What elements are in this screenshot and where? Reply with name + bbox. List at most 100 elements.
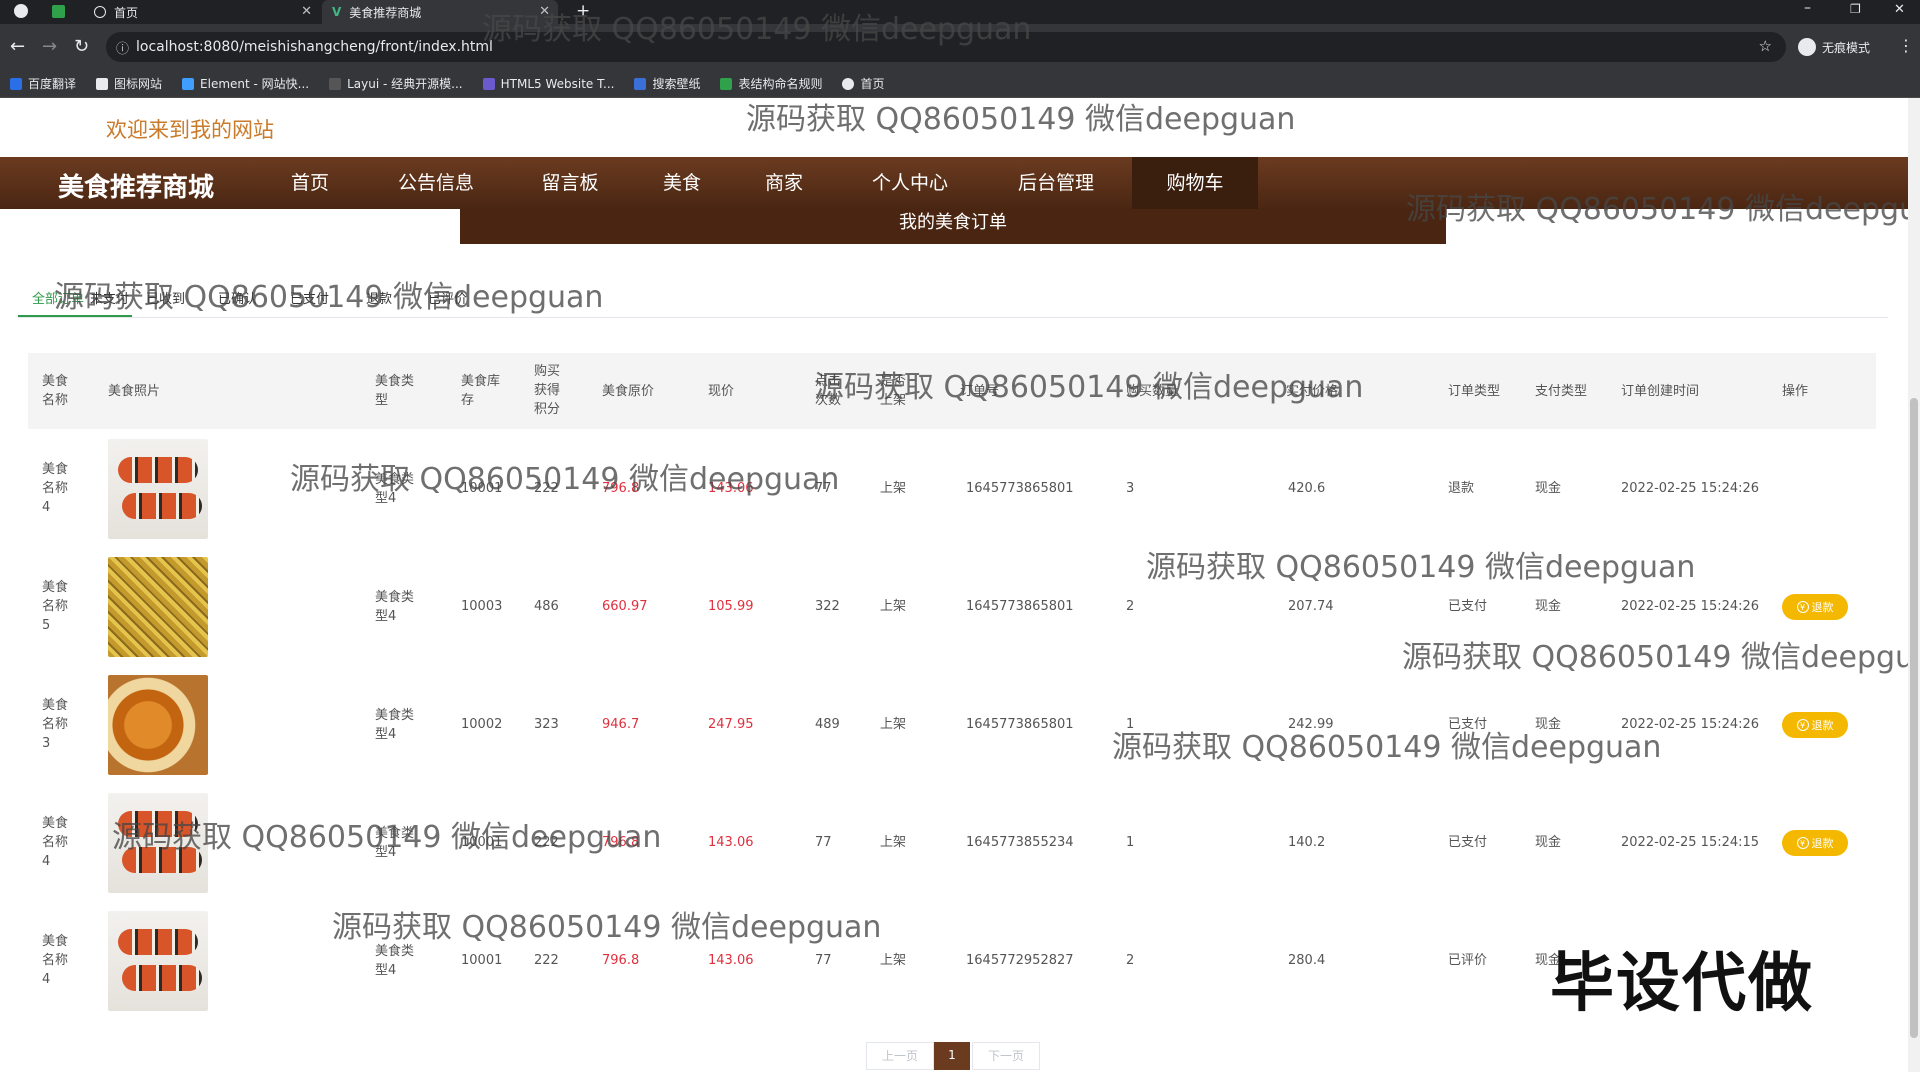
qty-cell: 1 xyxy=(1126,835,1135,850)
header-photo: 美食照片 xyxy=(108,384,161,399)
orig-price-cell: 796.8 xyxy=(602,835,640,850)
order-no-cell: 1645772952827 xyxy=(966,953,1074,968)
type-cell: 美食类型4 xyxy=(375,944,415,978)
welcome-text: 欢迎来到我的网站 xyxy=(106,118,274,142)
prev-page-button[interactable]: 上一页 xyxy=(866,1042,934,1070)
nav-cart[interactable]: 购物车 xyxy=(1132,157,1258,209)
browser-more-icon[interactable]: ⋮ xyxy=(1898,36,1914,55)
order-type-cell: 已支付 xyxy=(1448,599,1488,614)
nav-home[interactable]: 首页 xyxy=(260,157,360,209)
bookmark-item[interactable]: HTML5 Website T... xyxy=(482,77,614,91)
nav-merchants[interactable]: 商家 xyxy=(744,157,824,209)
price-cell: 143.06 xyxy=(708,953,754,968)
type-cell: 美食类型4 xyxy=(375,708,415,742)
restore-icon[interactable]: ❐ xyxy=(1850,2,1861,16)
vue-icon: V xyxy=(332,5,342,19)
stock-cell: 10001 xyxy=(461,481,503,496)
tab-all-orders[interactable]: 全部订单 xyxy=(32,288,84,307)
food-photo[interactable] xyxy=(108,911,208,1011)
nav-personal-center[interactable]: 个人中心 xyxy=(850,157,970,209)
incognito-icon xyxy=(1798,38,1816,56)
reload-icon[interactable]: ↻ xyxy=(74,36,89,57)
refund-button[interactable]: ¥ 退款 xyxy=(1782,594,1848,620)
points-cell: 222 xyxy=(534,953,559,968)
header-order-no: 订单号 xyxy=(960,384,1000,399)
tab-paid[interactable]: 已支付 xyxy=(290,288,329,307)
order-status-tabs: 全部订单 未支付 已收到 已确认 已支付 退款 已评价 xyxy=(18,282,1888,318)
bookmark-label: 百度翻译 xyxy=(28,77,77,91)
clicks-cell: 77 xyxy=(815,953,832,968)
incognito-label[interactable]: 无痕模式 xyxy=(1822,39,1870,56)
browser-menu-icon[interactable] xyxy=(14,4,28,18)
points-cell: 222 xyxy=(534,835,559,850)
url-field[interactable]: ⓘ localhost:8080/meishishangcheng/front/… xyxy=(106,32,1786,62)
bookmark-item[interactable]: 百度翻译 xyxy=(10,75,76,92)
nav-announcements[interactable]: 公告信息 xyxy=(380,157,492,209)
yuan-icon: ¥ xyxy=(1796,719,1809,731)
tab-confirmed[interactable]: 已确认 xyxy=(218,288,257,307)
food-photo[interactable] xyxy=(108,557,208,657)
header-points: 购买获得积分 xyxy=(534,364,561,417)
pay-type-cell: 现金 xyxy=(1535,599,1562,614)
browser-tab-home[interactable]: 首页 ✕ xyxy=(84,0,320,24)
tab-unpaid[interactable]: 未支付 xyxy=(90,288,129,307)
food-photo[interactable] xyxy=(108,675,208,775)
browser-tab-shop[interactable]: V 美食推荐商城 ✕ xyxy=(322,0,558,24)
header-clicks: 点击次数 xyxy=(815,374,842,408)
nav-admin[interactable]: 后台管理 xyxy=(996,157,1116,209)
yuan-icon: ¥ xyxy=(1796,837,1809,849)
points-cell: 222 xyxy=(534,481,559,496)
next-page-button[interactable]: 下一页 xyxy=(972,1042,1040,1070)
close-tab-icon[interactable]: ✕ xyxy=(301,4,312,19)
tab-reviewed[interactable]: 已评价 xyxy=(428,288,467,307)
html5-icon xyxy=(482,77,495,90)
tab-refund[interactable]: 退款 xyxy=(366,288,392,307)
close-window-icon[interactable]: ✕ xyxy=(1894,2,1905,17)
page-scrollbar[interactable] xyxy=(1908,98,1920,1072)
clicks-cell: 489 xyxy=(815,717,840,732)
bookmark-star-icon[interactable]: ☆ xyxy=(1759,37,1772,55)
back-icon[interactable]: ← xyxy=(10,36,25,57)
header-pay-price: 实付价格 xyxy=(1286,384,1339,399)
refund-button[interactable]: ¥ 退款 xyxy=(1782,712,1848,738)
bookmark-item[interactable]: 表结构命名规则 xyxy=(720,75,822,92)
orig-price-cell: 796.8 xyxy=(602,953,640,968)
forward-icon[interactable]: → xyxy=(42,36,57,57)
tab-search-icon[interactable] xyxy=(52,5,65,18)
watermark: 源码获取 QQ86050149 微信deepguan xyxy=(1146,550,1696,585)
brand-title: 美食推荐商城 xyxy=(58,173,215,203)
pay-price-cell: 420.6 xyxy=(1288,481,1326,496)
food-name-cell: 美食名称4 xyxy=(42,934,69,987)
stock-cell: 10001 xyxy=(461,953,503,968)
tab-label: 首页 xyxy=(114,5,139,20)
refund-button[interactable]: ¥ 退款 xyxy=(1782,830,1848,856)
current-page[interactable]: 1 xyxy=(934,1042,970,1070)
nav-message-board[interactable]: 留言板 xyxy=(520,157,620,209)
layui-icon xyxy=(329,77,342,90)
order-type-cell: 已支付 xyxy=(1448,835,1488,850)
order-no-cell: 1645773865801 xyxy=(966,481,1074,496)
refund-label: 退款 xyxy=(1811,837,1834,850)
bookmark-item[interactable]: Element - 网站快... xyxy=(182,75,309,92)
food-name-cell: 美食名称4 xyxy=(42,462,69,515)
type-cell: 美食类型4 xyxy=(375,590,415,624)
bookmark-item[interactable]: 搜索壁纸 xyxy=(634,75,700,92)
order-type-cell: 退款 xyxy=(1448,481,1475,496)
food-photo[interactable] xyxy=(108,439,208,539)
qty-cell: 2 xyxy=(1126,953,1135,968)
tab-received[interactable]: 已收到 xyxy=(146,288,185,307)
minimize-icon[interactable]: – xyxy=(1804,0,1811,16)
close-tab-icon[interactable]: ✕ xyxy=(539,4,550,19)
bookmark-item[interactable]: 首页 xyxy=(842,75,885,92)
watermark: 源码获取 QQ86050149 微信deepguan xyxy=(332,910,882,945)
nav-food[interactable]: 美食 xyxy=(640,157,724,209)
info-icon[interactable]: ⓘ xyxy=(116,38,129,57)
food-photo[interactable] xyxy=(108,793,208,893)
browser-tab-strip: 首页 ✕ V 美食推荐商城 ✕ + – ❐ ✕ xyxy=(0,0,1920,24)
clicks-cell: 77 xyxy=(815,481,832,496)
stock-cell: 10001 xyxy=(461,835,503,850)
bookmark-item[interactable]: Layui - 经典开源模... xyxy=(329,75,463,92)
new-tab-icon[interactable]: + xyxy=(576,1,590,21)
scrollbar-thumb[interactable] xyxy=(1910,398,1918,1038)
bookmark-item[interactable]: 图标网站 xyxy=(96,75,162,92)
